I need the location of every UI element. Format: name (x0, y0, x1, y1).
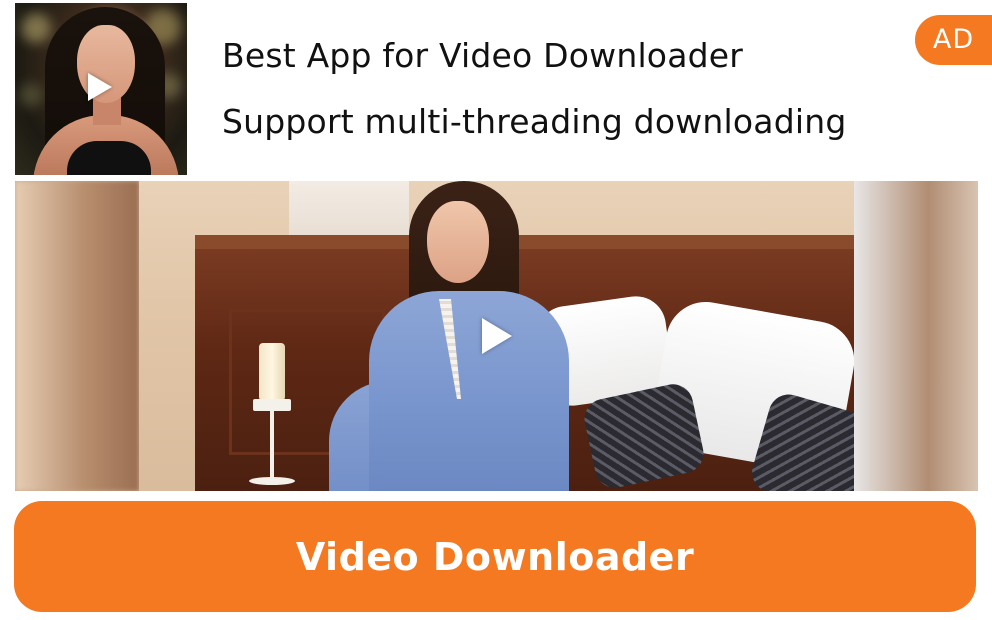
app-icon-thumbnail[interactable] (15, 3, 187, 175)
ad-subline: Support multi-threading downloading (222, 102, 847, 141)
ad-headline: Best App for Video Downloader (222, 36, 744, 75)
ad-banner[interactable]: Best App for Video Downloader Support mu… (0, 0, 992, 620)
ad-badge: AD (915, 15, 992, 65)
video-downloader-button[interactable]: Video Downloader (14, 501, 976, 612)
play-icon[interactable] (482, 318, 512, 354)
play-icon[interactable] (88, 73, 112, 101)
media-blur-right (854, 181, 978, 491)
media-blur-left (15, 181, 139, 491)
